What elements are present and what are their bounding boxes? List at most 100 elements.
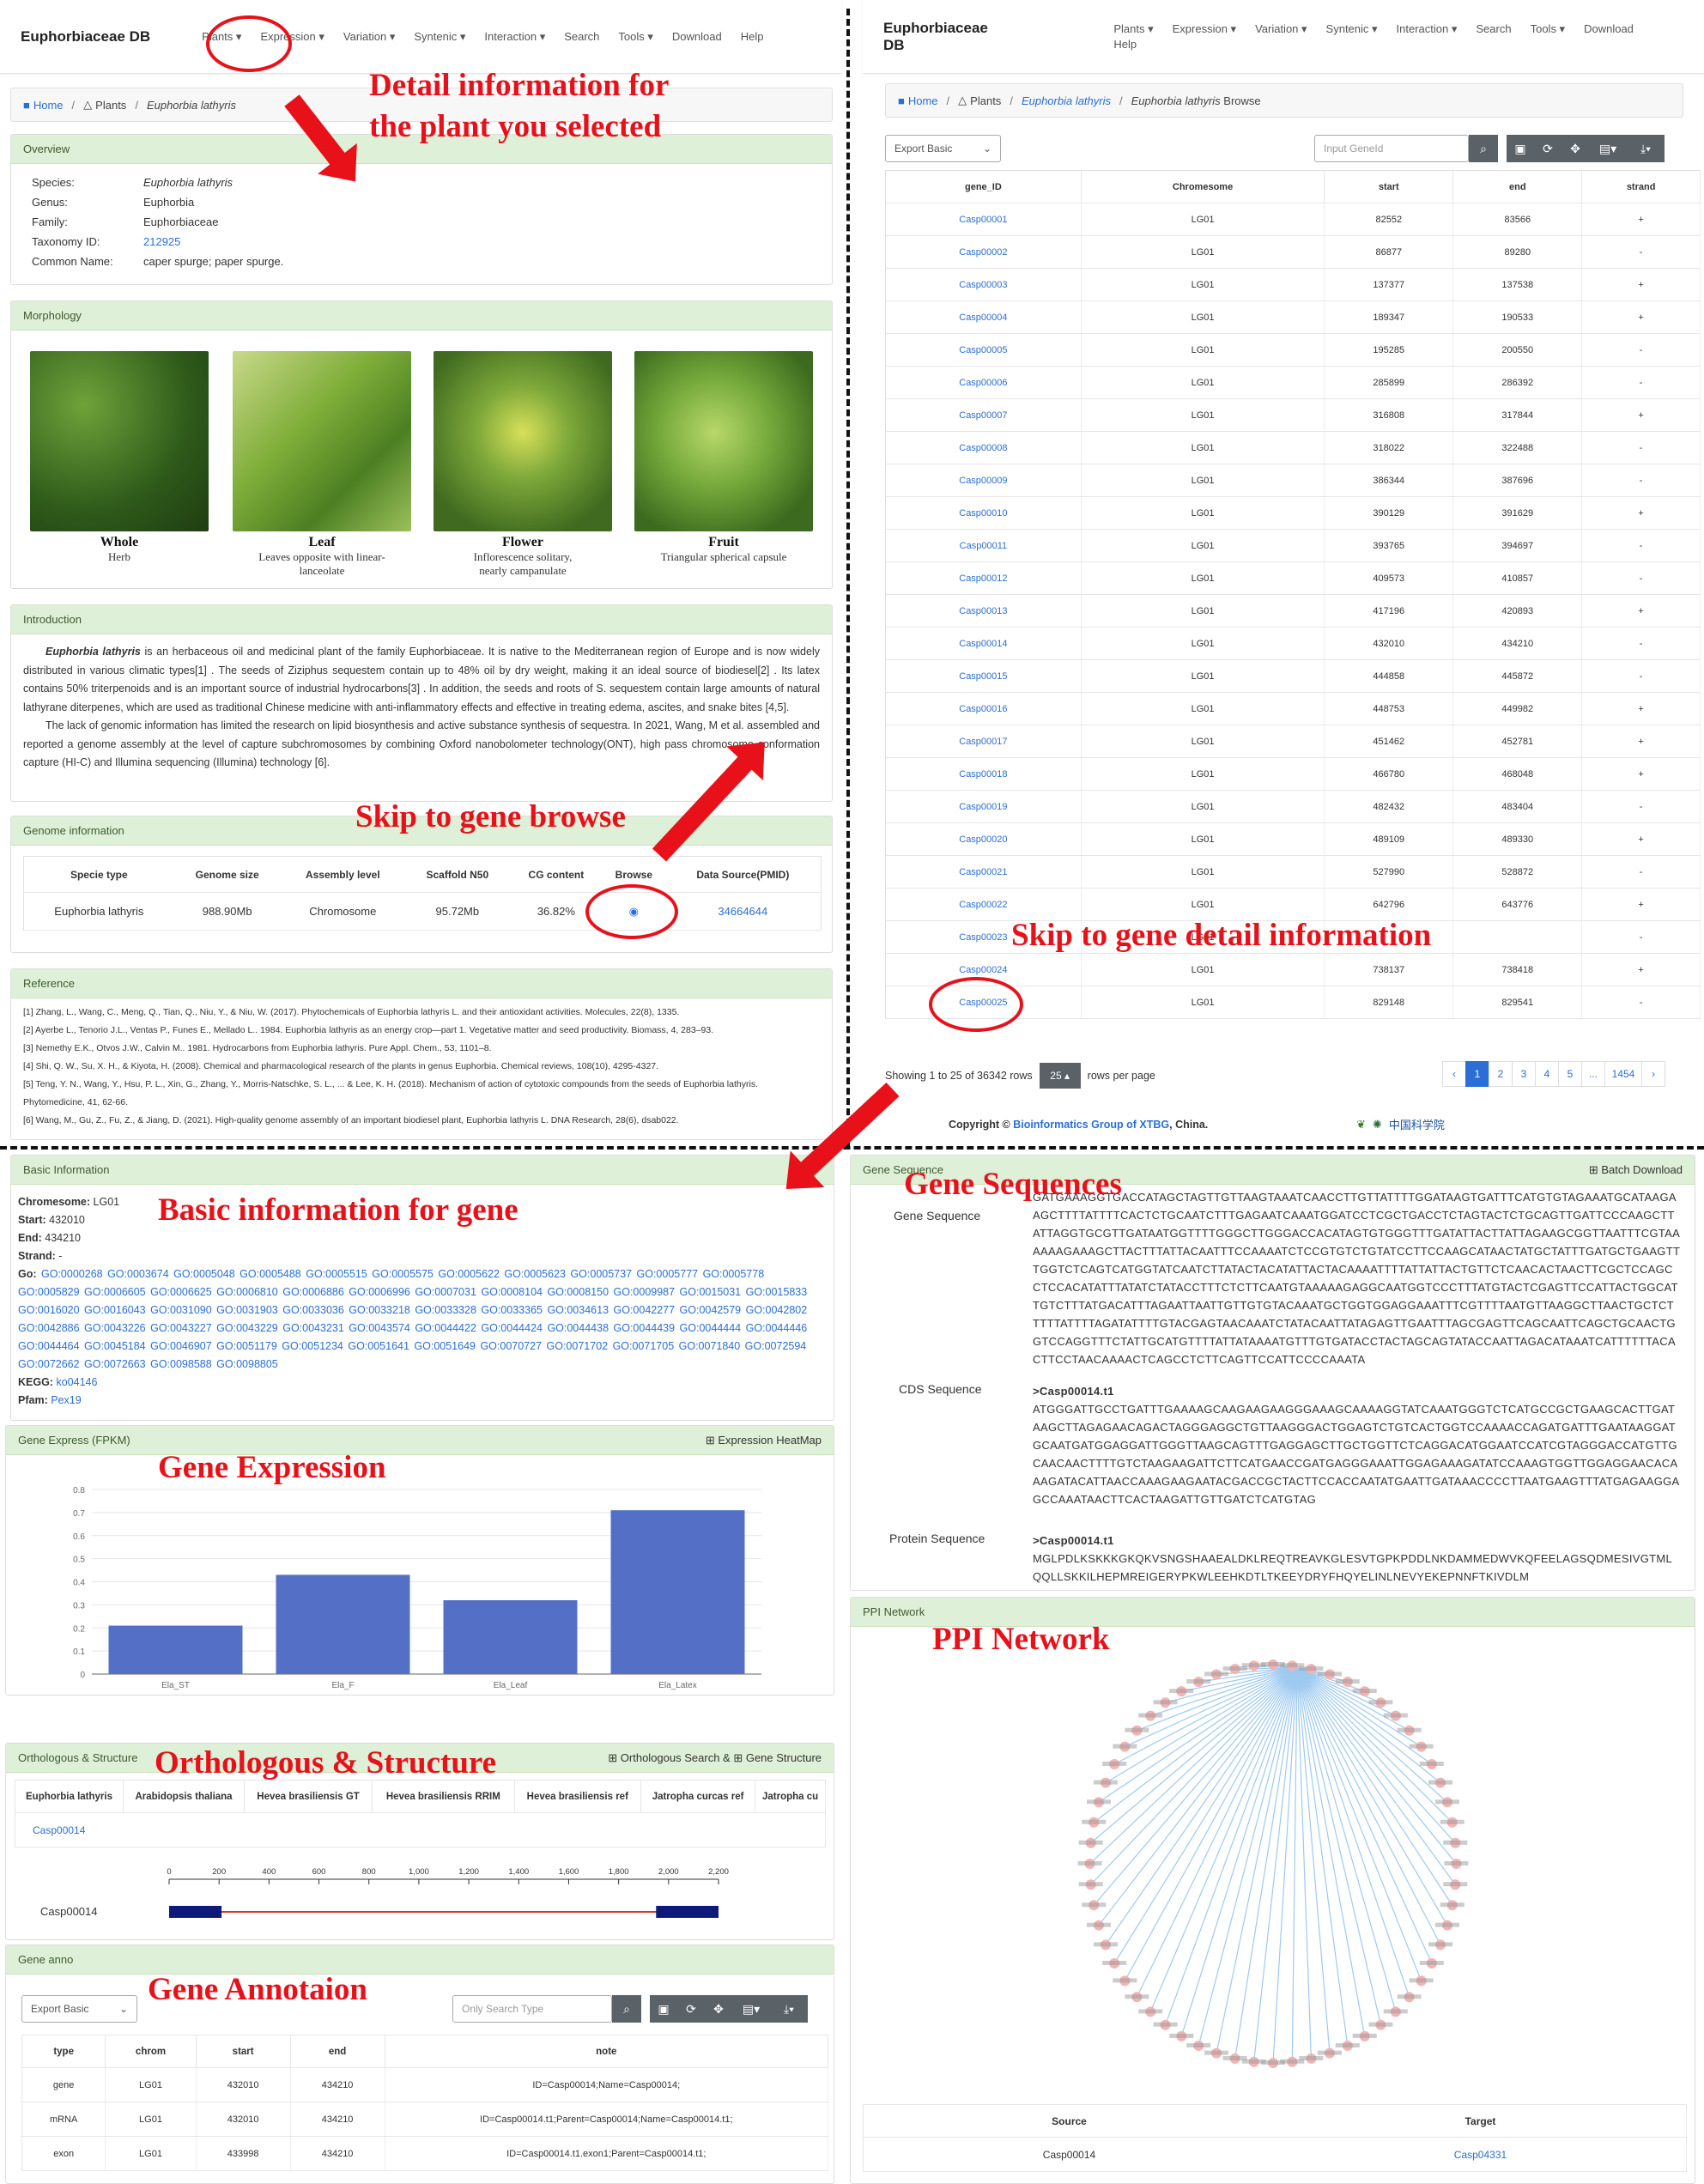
export-select[interactable]: Export Basic ⌄ <box>885 135 1001 162</box>
page-button[interactable]: 5 <box>1558 1061 1582 1087</box>
page-button[interactable]: 2 <box>1489 1061 1513 1087</box>
nav-item[interactable]: Tools ▾ <box>618 30 653 44</box>
gene-id-link[interactable]: Casp00002 <box>885 235 1082 269</box>
overview-value[interactable]: 212925 <box>143 235 180 248</box>
nav-item[interactable]: Interaction ▾ <box>484 30 545 44</box>
nav-item[interactable]: Download <box>1584 22 1634 35</box>
gene-id-link[interactable]: Casp00015 <box>885 659 1082 693</box>
gene-id-link[interactable]: Casp00006 <box>885 366 1082 399</box>
gene-id-link[interactable]: Casp00022 <box>885 888 1082 921</box>
bar-Ela_F[interactable] <box>276 1574 410 1674</box>
breadcrumb-plants[interactable]: Plants <box>970 94 1001 107</box>
anno-export-select[interactable]: Export Basic ⌄ <box>21 1995 137 2023</box>
brand-logo[interactable]: Euphorbiaceae DB <box>21 28 150 46</box>
gene-id-link[interactable]: Casp00001 <box>885 203 1082 236</box>
batch-download-link[interactable]: ⊞ Batch Download <box>1589 1163 1683 1177</box>
page-button[interactable]: 4 <box>1535 1061 1559 1087</box>
toggle-icon[interactable]: ▣ <box>1507 135 1534 162</box>
nav-item[interactable]: Interaction ▾ <box>1397 22 1458 36</box>
gene-id-link[interactable]: Casp00004 <box>885 300 1082 334</box>
nav-item[interactable]: Help <box>1113 38 1137 51</box>
nav-item[interactable]: Tools ▾ <box>1531 22 1566 36</box>
search-button[interactable]: ⌕ <box>1469 135 1498 162</box>
anno-col-header[interactable]: end <box>290 2035 385 2068</box>
table-cell: - <box>1581 366 1701 399</box>
browse-col-header[interactable]: Chromesome <box>1081 170 1325 203</box>
gene-id-link[interactable]: Casp00012 <box>885 561 1082 595</box>
bar-Ela_Latex[interactable] <box>610 1510 745 1674</box>
anno-col-header[interactable]: chrom <box>105 2035 197 2068</box>
page-button[interactable]: › <box>1641 1061 1665 1087</box>
page-button[interactable]: ... <box>1581 1061 1605 1087</box>
refresh-icon[interactable]: ⟳ <box>677 1995 705 2023</box>
gene-search-input[interactable]: Input GeneId <box>1314 135 1469 162</box>
bar-Ela_ST[interactable] <box>108 1625 243 1674</box>
anno-col-header[interactable]: type <box>21 2035 106 2068</box>
toggle-icon[interactable]: ▣ <box>650 1995 677 2023</box>
ortholog-gene-link[interactable]: Casp00014 <box>15 1812 124 1847</box>
browse-col-header[interactable]: strand <box>1581 170 1701 203</box>
anno-search-input[interactable]: Only Search Type <box>452 1995 612 2023</box>
genome-cell[interactable]: 34664644 <box>664 892 822 931</box>
breadcrumb-home[interactable]: Home <box>33 99 64 112</box>
gene-id-link[interactable]: Casp00008 <box>885 431 1082 464</box>
gene-id-link[interactable]: Casp00011 <box>885 529 1082 562</box>
breadcrumb-plants[interactable]: Plants <box>95 99 126 112</box>
ortholog-search-link[interactable]: ⊞ Orthologous Search & <box>608 1751 733 1764</box>
columns-icon[interactable]: ▤▾ <box>1589 135 1627 162</box>
browse-col-header[interactable]: gene_ID <box>885 170 1082 203</box>
fullscreen-icon[interactable]: ✥ <box>705 1995 732 2023</box>
browse-col-header[interactable]: end <box>1452 170 1583 203</box>
gene-id-link[interactable]: Casp00018 <box>885 757 1082 791</box>
expression-heatmap-link[interactable]: ⊞ Expression HeatMap <box>706 1434 822 1447</box>
gene-id-link[interactable]: Casp00019 <box>885 790 1082 823</box>
nav-item[interactable]: Download <box>672 30 722 43</box>
gene-id-link[interactable]: Casp00009 <box>885 464 1082 497</box>
gene-id-link[interactable]: Casp00003 <box>885 268 1082 301</box>
gene-id-link[interactable]: Casp00017 <box>885 725 1082 758</box>
nav-item[interactable]: Syntenic ▾ <box>1326 22 1378 36</box>
copyright-link[interactable]: Bioinformatics Group of XTBG <box>1013 1119 1169 1131</box>
nav-item[interactable]: Variation ▾ <box>343 30 395 44</box>
go-terms[interactable]: GO:0000268 GO:0003674 GO:0005048 GO:0005… <box>18 1268 807 1370</box>
gene-id-link[interactable]: Casp00010 <box>885 496 1082 530</box>
bar-Ela_Leaf[interactable] <box>443 1600 578 1674</box>
anno-col-header[interactable]: note <box>385 2035 829 2068</box>
gene-id-link[interactable]: Casp00021 <box>885 855 1082 889</box>
nav-item[interactable]: Variation ▾ <box>1255 22 1307 36</box>
fullscreen-icon[interactable]: ✥ <box>1561 135 1589 162</box>
ppi-target-link[interactable]: Casp04331 <box>1275 2137 1687 2172</box>
anno-search-button[interactable]: ⌕ <box>612 1995 641 2023</box>
page-size-select[interactable]: 25 ▴ <box>1039 1063 1081 1089</box>
anno-col-header[interactable]: start <box>196 2035 291 2068</box>
download-icon[interactable]: ⤓▾ <box>1627 135 1665 162</box>
nav-item[interactable]: Syntenic ▾ <box>414 30 465 44</box>
pfam-link[interactable]: Pex19 <box>51 1394 81 1406</box>
gene-id-link[interactable]: Casp00007 <box>885 398 1082 432</box>
gene-id-link[interactable]: Casp00014 <box>885 627 1082 660</box>
nav-item[interactable]: Help <box>741 30 764 43</box>
page-button[interactable]: 3 <box>1512 1061 1536 1087</box>
nav-item[interactable]: Plants ▾ <box>1113 22 1153 36</box>
nav-item[interactable]: Expression ▾ <box>1173 22 1236 36</box>
browse-col-header[interactable]: start <box>1324 170 1454 203</box>
gene-structure-link[interactable]: ⊞ Gene Structure <box>733 1751 822 1764</box>
gene-id-link[interactable]: Casp00013 <box>885 594 1082 628</box>
ppi-node-label <box>1383 2009 1408 2014</box>
gene-id-link[interactable]: Casp00020 <box>885 822 1082 856</box>
columns-icon[interactable]: ▤▾ <box>732 1995 770 2023</box>
page-button[interactable]: 1 <box>1465 1061 1489 1087</box>
nav-item[interactable]: Search <box>1476 22 1511 35</box>
download-icon[interactable]: ⤓▾ <box>770 1995 808 2023</box>
brand-logo[interactable]: Euphorbiaceae DB <box>883 20 1010 54</box>
gene-id-link[interactable]: Casp00016 <box>885 692 1082 725</box>
nav-item[interactable]: Search <box>564 30 599 43</box>
refresh-icon[interactable]: ⟳ <box>1534 135 1561 162</box>
kegg-link[interactable]: ko04146 <box>56 1376 97 1388</box>
breadcrumb-species[interactable]: Euphorbia lathyris <box>1022 94 1111 107</box>
page-button[interactable]: 1454 <box>1604 1061 1642 1087</box>
page-button[interactable]: ‹ <box>1442 1061 1466 1087</box>
table-cell: 489330 <box>1452 822 1583 856</box>
breadcrumb-home[interactable]: Home <box>908 94 938 107</box>
gene-id-link[interactable]: Casp00005 <box>885 333 1082 367</box>
